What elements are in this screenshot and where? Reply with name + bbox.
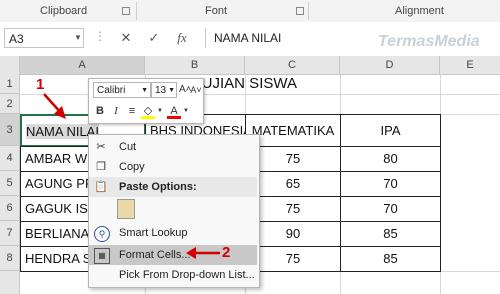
step-1-marker: 1 (36, 76, 45, 93)
formula-bar-grip-icon: ⋮ (94, 29, 106, 43)
menu-item-cut[interactable]: ✂ Cut (89, 137, 257, 157)
font-name-value: Calibri (97, 85, 126, 96)
font-size-select[interactable]: 13 ▼ (151, 82, 177, 98)
ribbon-group-labels: Clipboard Font Alignment (0, 0, 500, 23)
enter-button[interactable]: ✓ (143, 28, 165, 48)
column-header-d[interactable]: D (340, 56, 440, 74)
column-header-bar: A B C D E (0, 56, 500, 75)
chevron-down-icon: ▼ (141, 87, 148, 94)
ipa-cell[interactable]: 85 (340, 221, 441, 247)
paste-icon: 📋 (94, 181, 108, 193)
row-header-1[interactable]: 1 (0, 74, 20, 94)
column-header-b[interactable]: B (145, 56, 245, 74)
menu-label: Format Cells... (119, 249, 191, 261)
row-header-2[interactable]: 2 (0, 94, 20, 114)
select-all-corner[interactable] (0, 56, 20, 74)
scissors-icon: ✂ (96, 141, 106, 153)
row-header-9[interactable] (0, 271, 20, 294)
ipa-cell[interactable]: 85 (340, 246, 441, 272)
row-header-7[interactable]: 7 (0, 221, 20, 246)
context-menu: ✂ Cut ❐ Copy 📋 Paste Options: ⚲ Smart Lo… (88, 134, 260, 288)
menu-label: Paste Options: (119, 181, 197, 193)
clipboard-group-label: Clipboard (40, 5, 88, 17)
bold-button[interactable]: B (93, 103, 107, 119)
ipa-cell[interactable]: 70 (340, 171, 441, 197)
row-header-6[interactable]: 6 (0, 196, 20, 221)
menu-item-pick-from-list[interactable]: Pick From Drop-down List... (89, 265, 257, 285)
watermark: TermasMedia (378, 33, 480, 50)
menu-label: Cut (119, 141, 137, 153)
font-size-value: 13 (155, 85, 167, 96)
name-box-dropdown-icon[interactable]: ▼ (72, 28, 84, 48)
menu-label: Copy (119, 161, 145, 173)
alignment-group-label: Alignment (395, 5, 444, 17)
font-name-select[interactable]: Calibri ▼ (93, 82, 151, 98)
row-header-8[interactable]: 8 (0, 246, 20, 271)
mini-toolbar: Calibri ▼ 13 ▼ A˄ A˅ B I ≡ ◇ ▼ A ▼ (88, 78, 204, 124)
menu-item-format-cells[interactable]: ▦ Format Cells... (89, 245, 257, 265)
header-ipa[interactable]: IPA (340, 114, 441, 147)
ribbon-separator (136, 2, 137, 20)
menu-item-smart-lookup[interactable]: ⚲ Smart Lookup (89, 223, 257, 243)
font-launcher-icon[interactable] (296, 7, 304, 15)
step-1-arrow-icon (43, 93, 66, 119)
decrease-font-button[interactable]: A˅ (190, 82, 202, 98)
fill-color-icon[interactable]: ◇ (141, 103, 155, 119)
menu-label: Pick From Drop-down List... (119, 269, 255, 281)
italic-button[interactable]: I (109, 103, 123, 119)
row-header-3[interactable]: 3 (0, 114, 20, 146)
copy-icon: ❐ (96, 161, 106, 173)
column-header-c[interactable]: C (245, 56, 340, 74)
insert-function-button[interactable]: fx (171, 28, 193, 48)
search-icon: ⚲ (94, 226, 110, 242)
step-2-marker: 2 (222, 244, 231, 261)
row-header-5[interactable]: 5 (0, 171, 20, 196)
row-header-4[interactable]: 4 (0, 146, 20, 171)
paste-button-icon[interactable] (117, 199, 135, 219)
font-group-label: Font (205, 5, 228, 17)
chevron-down-icon[interactable]: ▼ (183, 103, 189, 119)
cancel-button[interactable]: ✕ (115, 28, 137, 48)
column-header-e[interactable]: E (440, 56, 500, 74)
step-2-arrow-icon (186, 247, 220, 259)
chevron-down-icon[interactable]: ▼ (157, 103, 163, 119)
ribbon-separator (308, 2, 309, 20)
align-icon[interactable]: ≡ (125, 103, 139, 119)
chevron-down-icon: ▼ (168, 87, 175, 94)
menu-section-paste-options: 📋 Paste Options: (89, 177, 257, 197)
clipboard-launcher-icon[interactable] (122, 7, 130, 15)
column-header-a[interactable]: A (20, 56, 145, 74)
menu-label: Smart Lookup (119, 227, 188, 239)
format-cells-icon: ▦ (94, 248, 110, 264)
ipa-cell[interactable]: 70 (340, 196, 441, 222)
ipa-cell[interactable]: 80 (340, 146, 441, 172)
font-color-icon[interactable]: A (167, 103, 181, 119)
menu-item-copy[interactable]: ❐ Copy (89, 157, 257, 177)
